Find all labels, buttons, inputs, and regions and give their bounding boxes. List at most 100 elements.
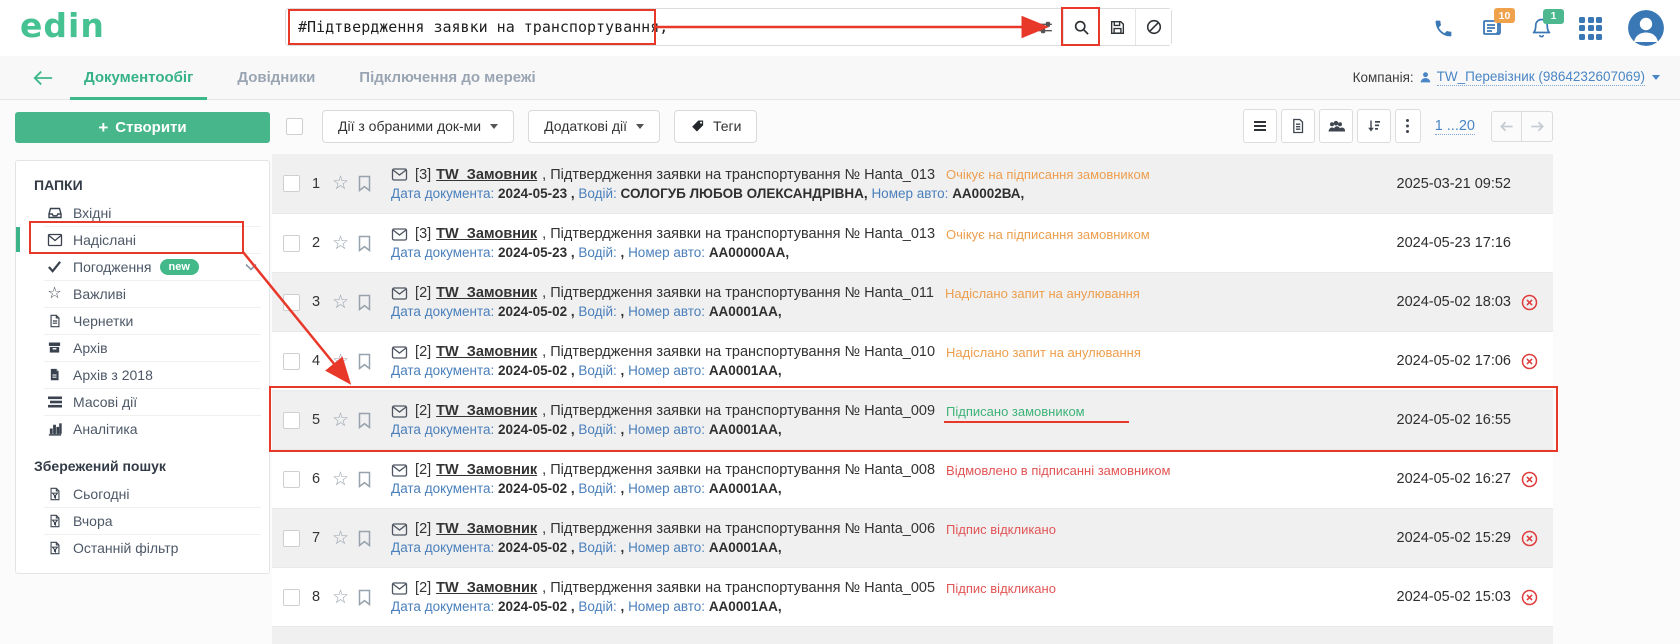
row-checkbox[interactable] bbox=[283, 412, 300, 429]
cancel-request-icon[interactable] bbox=[1511, 353, 1547, 370]
document-row-8[interactable]: 8 ☆ [2] TW_Замовник , Підтвердження заяв… bbox=[272, 567, 1553, 626]
saved-search-item-1[interactable]: Вчора bbox=[16, 507, 269, 534]
star-icon[interactable]: ☆ bbox=[332, 352, 349, 371]
version-label: [2] bbox=[415, 403, 431, 419]
row-checkbox[interactable] bbox=[283, 530, 300, 547]
document-row-7[interactable]: 7 ☆ [2] TW_Замовник , Підтвердження заяв… bbox=[272, 508, 1553, 567]
row-checkbox[interactable] bbox=[283, 175, 300, 192]
sidebar-item-7[interactable]: Масові дії bbox=[16, 388, 269, 415]
row-number: 2 bbox=[303, 235, 329, 251]
sender-link[interactable]: TW_Замовник bbox=[436, 167, 537, 183]
star-icon[interactable]: ☆ bbox=[332, 174, 349, 193]
document-row-1[interactable]: 1 ☆ [3] TW_Замовник , Підтвердження заяв… bbox=[272, 154, 1553, 213]
document-view-icon[interactable] bbox=[1281, 109, 1315, 143]
counterparties-icon[interactable] bbox=[1319, 109, 1353, 143]
sender-link[interactable]: TW_Замовник bbox=[436, 285, 537, 301]
search-input[interactable] bbox=[286, 9, 1027, 45]
bookmark-icon[interactable] bbox=[358, 530, 371, 547]
star-icon[interactable]: ☆ bbox=[332, 529, 349, 548]
sidebar-item-0[interactable]: Вхідні bbox=[16, 199, 269, 226]
previous-page-button[interactable] bbox=[1491, 111, 1522, 142]
next-page-button[interactable] bbox=[1522, 111, 1553, 142]
edin-logo[interactable]: edin bbox=[20, 6, 105, 45]
version-label: [2] bbox=[415, 521, 431, 537]
sort-icon[interactable] bbox=[1357, 109, 1391, 143]
cancel-request-icon[interactable] bbox=[1511, 294, 1547, 311]
search-button[interactable] bbox=[1063, 9, 1099, 45]
document-info: [2] TW_Замовник , Підтвердження заявки н… bbox=[391, 285, 1384, 319]
partial-next-row bbox=[272, 626, 1553, 644]
document-row-6[interactable]: 6 ☆ [2] TW_Замовник , Підтвердження заяв… bbox=[272, 449, 1553, 508]
document-row-2[interactable]: 2 ☆ [3] TW_Замовник , Підтвердження заяв… bbox=[272, 213, 1553, 272]
star-icon[interactable]: ☆ bbox=[332, 234, 349, 253]
sender-link[interactable]: TW_Замовник bbox=[436, 462, 537, 478]
tab-document-flow[interactable]: Документообіг bbox=[84, 56, 193, 100]
star-icon[interactable]: ☆ bbox=[332, 293, 349, 312]
sidebar-item-3[interactable]: ☆ Важливі bbox=[16, 280, 269, 307]
sidebar-item-1[interactable]: Надіслані bbox=[16, 226, 269, 253]
bookmark-icon[interactable] bbox=[358, 175, 371, 192]
cancel-request-icon[interactable] bbox=[1511, 471, 1547, 488]
sidebar-item-5[interactable]: Архів bbox=[16, 334, 269, 361]
back-arrow-icon[interactable] bbox=[32, 69, 54, 87]
draft-icon bbox=[46, 313, 63, 329]
bulk-actions-button[interactable]: Дії з обраними док-ми bbox=[322, 110, 514, 143]
row-checkbox[interactable] bbox=[283, 235, 300, 252]
sender-link[interactable]: TW_Замовник bbox=[436, 226, 537, 242]
bookmark-icon[interactable] bbox=[358, 353, 371, 370]
bookmark-icon[interactable] bbox=[358, 589, 371, 606]
bookmark-icon[interactable] bbox=[358, 235, 371, 252]
more-icon[interactable] bbox=[1395, 109, 1421, 143]
news-icon[interactable]: 10 bbox=[1480, 16, 1504, 40]
notifications-bell-icon[interactable]: 1 bbox=[1530, 17, 1553, 40]
sidebar-item-8[interactable]: Аналітика bbox=[16, 415, 269, 442]
caret-down-icon bbox=[490, 124, 498, 129]
envelope-icon bbox=[391, 404, 408, 419]
apps-grid-icon[interactable] bbox=[1579, 17, 1602, 40]
cancel-request-icon[interactable] bbox=[1511, 589, 1547, 606]
saved-search-item-2[interactable]: Останній фільтр bbox=[16, 534, 269, 561]
cancel-request-icon[interactable] bbox=[1511, 530, 1547, 547]
phone-icon[interactable] bbox=[1433, 18, 1454, 39]
document-row-4[interactable]: 4 ☆ [2] TW_Замовник , Підтвердження заяв… bbox=[272, 331, 1553, 390]
list-view-icon[interactable] bbox=[1243, 109, 1277, 143]
sidebar-item-6[interactable]: Архів з 2018 bbox=[16, 361, 269, 388]
document-info: [2] TW_Замовник , Підтвердження заявки н… bbox=[391, 580, 1384, 614]
bookmark-icon[interactable] bbox=[358, 412, 371, 429]
tab-directories[interactable]: Довідники bbox=[237, 56, 315, 100]
company-selector[interactable]: Компанія: TW_Перевізник (9864232607069) bbox=[1353, 69, 1680, 86]
sidebar-item-2[interactable]: Погодження new bbox=[16, 253, 269, 280]
extra-actions-button[interactable]: Додаткові дії bbox=[528, 110, 660, 143]
sender-link[interactable]: TW_Замовник bbox=[436, 403, 537, 419]
document-row-3[interactable]: 3 ☆ [2] TW_Замовник , Підтвердження заяв… bbox=[272, 272, 1553, 331]
chevron-down-icon[interactable] bbox=[245, 263, 257, 271]
saved-search-title: Збережений пошук bbox=[34, 458, 269, 474]
star-icon[interactable]: ☆ bbox=[332, 411, 349, 430]
sender-link[interactable]: TW_Замовник bbox=[436, 344, 537, 360]
avatar[interactable] bbox=[1628, 10, 1664, 46]
star-icon[interactable]: ☆ bbox=[332, 588, 349, 607]
row-checkbox[interactable] bbox=[283, 294, 300, 311]
saved-search-list: Сьогодні Вчора Останній фільтр bbox=[16, 480, 269, 561]
company-name-link[interactable]: TW_Перевізник (9864232607069) bbox=[1437, 69, 1645, 86]
select-all-checkbox[interactable] bbox=[286, 118, 303, 135]
sidebar-item-4[interactable]: Чернетки bbox=[16, 307, 269, 334]
create-button[interactable]: + Створити bbox=[15, 112, 270, 143]
tags-button[interactable]: Теги bbox=[674, 110, 757, 143]
status-label: Підпис відкликано bbox=[946, 522, 1056, 537]
document-row-5[interactable]: 5 ☆ [2] TW_Замовник , Підтвердження заяв… bbox=[272, 390, 1553, 449]
saved-search-item-0[interactable]: Сьогодні bbox=[16, 480, 269, 507]
sender-link[interactable]: TW_Замовник bbox=[436, 521, 537, 537]
bookmark-icon[interactable] bbox=[358, 471, 371, 488]
row-checkbox[interactable] bbox=[283, 471, 300, 488]
bookmark-icon[interactable] bbox=[358, 294, 371, 311]
tab-network-connection[interactable]: Підключення до мережі bbox=[359, 56, 535, 100]
save-search-button[interactable] bbox=[1099, 9, 1135, 45]
filter-icon[interactable] bbox=[1027, 9, 1063, 45]
row-checkbox[interactable] bbox=[283, 589, 300, 606]
pagination[interactable]: 1 ...20 bbox=[1435, 118, 1475, 135]
sender-link[interactable]: TW_Замовник bbox=[436, 580, 537, 596]
row-checkbox[interactable] bbox=[283, 353, 300, 370]
clear-search-button[interactable] bbox=[1135, 9, 1171, 45]
star-icon[interactable]: ☆ bbox=[332, 470, 349, 489]
